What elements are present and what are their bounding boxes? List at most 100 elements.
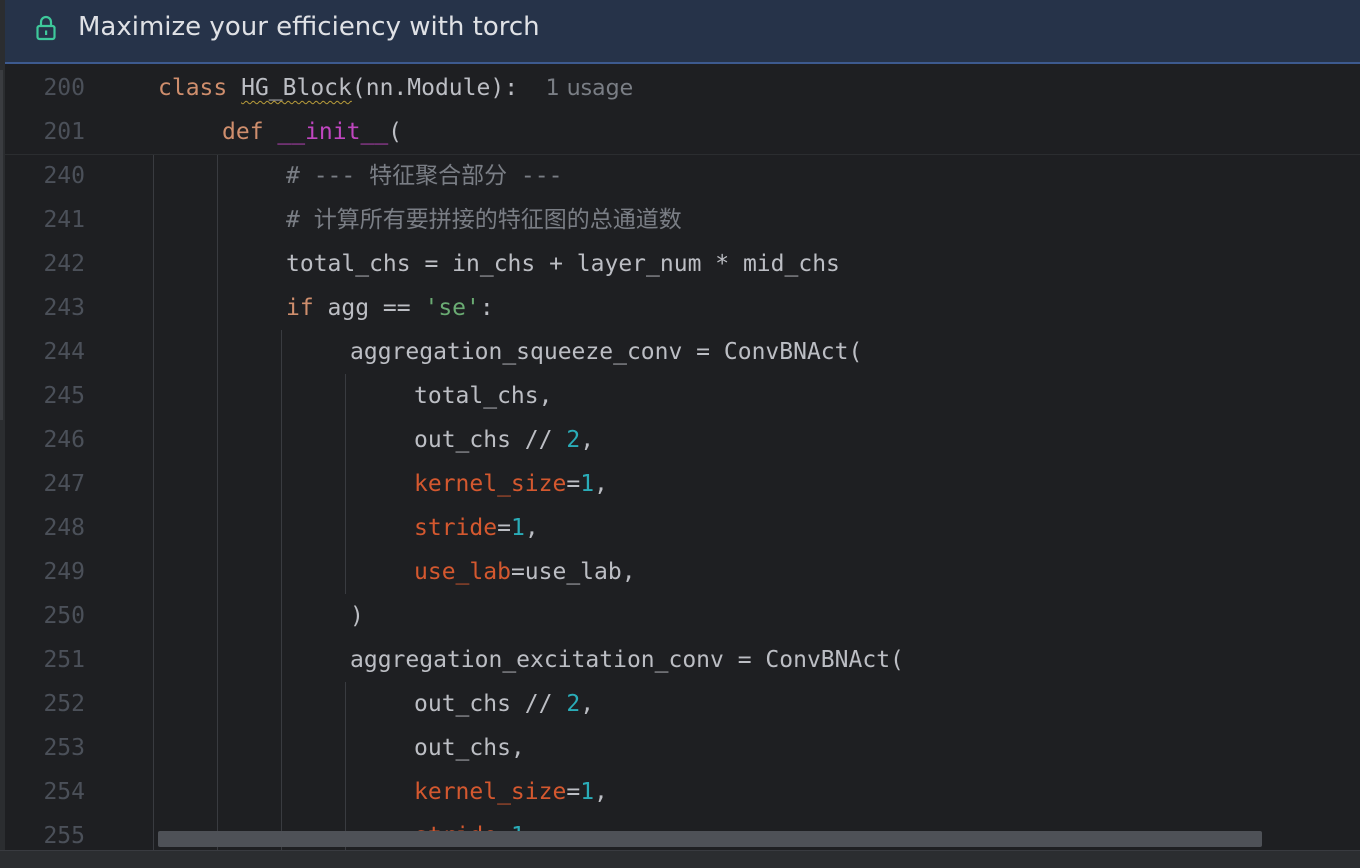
line-number[interactable]: 241: [5, 198, 85, 242]
line-number[interactable]: 240: [5, 154, 85, 198]
code-text[interactable]: out_chs,: [414, 726, 525, 770]
code-token-default: out_chs,: [414, 735, 525, 761]
code-text[interactable]: out_chs // 2,: [414, 682, 594, 726]
line-number[interactable]: 248: [5, 506, 85, 550]
code-text[interactable]: class HG_Block(nn.Module): 1 usage: [158, 66, 633, 111]
code-text[interactable]: kernel_size=1,: [414, 462, 608, 506]
code-token-default: total_chs = in_chs + layer_num * mid_chs: [286, 251, 840, 277]
code-token-number: 2: [566, 691, 581, 717]
usage-hint[interactable]: 1 usage: [546, 76, 633, 101]
code-token-default: ,: [594, 779, 608, 805]
code-line[interactable]: 253 out_chs,: [5, 726, 1360, 770]
line-number[interactable]: 250: [5, 594, 85, 638]
code-editor[interactable]: 200 class HG_Block(nn.Module): 1 usage 201…: [5, 66, 1360, 850]
banner-title: Maximize your efficiency with torch: [78, 12, 540, 42]
lock-icon: [35, 15, 57, 41]
code-line[interactable]: 200 class HG_Block(nn.Module): 1 usage: [5, 66, 1360, 110]
line-number[interactable]: 201: [5, 110, 85, 154]
status-bar: [0, 850, 1360, 868]
code-token-number: 2: [566, 427, 581, 453]
code-token-number: 1: [580, 779, 595, 805]
indent-guide: [217, 154, 218, 850]
code-text[interactable]: total_chs = in_chs + layer_num * mid_chs: [286, 242, 840, 286]
code-token-number: 1: [510, 515, 525, 541]
code-text[interactable]: out_chs // 2,: [414, 418, 594, 462]
code-token-keyword: if: [286, 295, 328, 321]
code-token-default: :: [479, 295, 494, 321]
line-number[interactable]: 249: [5, 550, 85, 594]
code-line[interactable]: 252 out_chs // 2,: [5, 682, 1360, 726]
notification-banner: Maximize your efficiency with torch: [5, 0, 1360, 64]
code-token-default: =: [566, 779, 581, 805]
line-number[interactable]: 247: [5, 462, 85, 506]
code-token-string: 'se': [424, 295, 480, 321]
line-number[interactable]: 244: [5, 330, 85, 374]
line-number[interactable]: 252: [5, 682, 85, 726]
line-number[interactable]: 255: [5, 814, 85, 850]
line-number[interactable]: 200: [5, 66, 85, 110]
code-token-default: out_chs //: [414, 427, 567, 453]
code-line[interactable]: 245 total_chs,: [5, 374, 1360, 418]
code-token-default: [518, 75, 546, 101]
code-line[interactable]: 248 stride=1,: [5, 506, 1360, 550]
code-line[interactable]: 241 # 计算所有要拼接的特征图的总通道数: [5, 198, 1360, 242]
indent-guide: [153, 154, 154, 850]
code-line[interactable]: 251 aggregation_excitation_conv = ConvBNA…: [5, 638, 1360, 682]
code-token-default: HG_Block: [241, 75, 352, 101]
code-text[interactable]: if agg == 'se':: [286, 286, 494, 330]
code-line[interactable]: 250): [5, 594, 1360, 638]
indent-guide: [281, 330, 282, 850]
code-token-default: ,: [580, 427, 595, 453]
tool-strip-marker: [0, 70, 3, 420]
code-text[interactable]: # --- 特征聚合部分 ---: [286, 154, 562, 198]
code-text[interactable]: aggregation_squeeze_conv = ConvBNAct(: [350, 330, 862, 374]
code-token-keyword: class: [158, 75, 242, 101]
code-line[interactable]: 243 if agg == 'se':: [5, 286, 1360, 330]
code-token-comment: # --- 特征聚合部分 ---: [286, 163, 563, 189]
line-number[interactable]: 251: [5, 638, 85, 682]
ide-window: Maximize your efficiency with torch 200 c…: [0, 0, 1360, 868]
sticky-scroll-header[interactable]: 200 class HG_Block(nn.Module): 1 usage 201…: [5, 66, 1360, 155]
line-number[interactable]: 243: [5, 286, 85, 330]
code-line[interactable]: 254 kernel_size=1,: [5, 770, 1360, 814]
code-token-comment: # 计算所有要拼接的特征图的总通道数: [286, 207, 682, 233]
code-line[interactable]: 201 def __init__(: [5, 110, 1360, 154]
code-token-parameter: kernel_size: [414, 471, 567, 497]
code-line[interactable]: 242 total_chs = in_chs + layer_num * mid_…: [5, 242, 1360, 286]
code-text[interactable]: use_lab=use_lab,: [414, 550, 636, 594]
code-token-default: (: [388, 119, 403, 145]
code-token-default: total_chs,: [414, 383, 553, 409]
indent-guide: [345, 374, 346, 594]
code-token-default: =use_lab,: [510, 559, 636, 585]
code-token-number: 1: [580, 471, 595, 497]
code-token-default: aggregation_excitation_conv = ConvBNAct(: [350, 647, 904, 673]
code-token-parameter: use_lab: [414, 559, 511, 585]
code-token-keyword: def: [222, 119, 278, 145]
code-text[interactable]: stride=1,: [414, 506, 539, 550]
code-text[interactable]: total_chs,: [414, 374, 552, 418]
horizontal-scrollbar[interactable]: [158, 831, 1262, 847]
code-line[interactable]: 244 aggregation_squeeze_conv = ConvBNAct(: [5, 330, 1360, 374]
code-text[interactable]: ): [350, 594, 364, 638]
code-token-default: =: [497, 515, 511, 541]
code-token-default: ): [350, 603, 364, 629]
code-text[interactable]: # 计算所有要拼接的特征图的总通道数: [286, 198, 682, 242]
line-number[interactable]: 245: [5, 374, 85, 418]
code-text[interactable]: kernel_size=1,: [414, 770, 608, 814]
code-text[interactable]: aggregation_excitation_conv = ConvBNAct(: [350, 638, 904, 682]
code-token-default: out_chs //: [414, 691, 567, 717]
code-token-default: aggregation_squeeze_conv = ConvBNAct(: [350, 339, 863, 365]
line-number[interactable]: 254: [5, 770, 85, 814]
code-token-default: agg ==: [327, 295, 425, 321]
code-token-parameter: kernel_size: [414, 779, 567, 805]
code-line[interactable]: 249 use_lab=use_lab,: [5, 550, 1360, 594]
code-token-default: =: [566, 471, 581, 497]
line-number[interactable]: 246: [5, 418, 85, 462]
code-line[interactable]: 240 # --- 特征聚合部分 ---: [5, 154, 1360, 198]
code-line[interactable]: 247 kernel_size=1,: [5, 462, 1360, 506]
code-token-default: ,: [580, 691, 595, 717]
code-line[interactable]: 246 out_chs // 2,: [5, 418, 1360, 462]
code-text[interactable]: def __init__(: [222, 110, 402, 154]
line-number[interactable]: 242: [5, 242, 85, 286]
line-number[interactable]: 253: [5, 726, 85, 770]
